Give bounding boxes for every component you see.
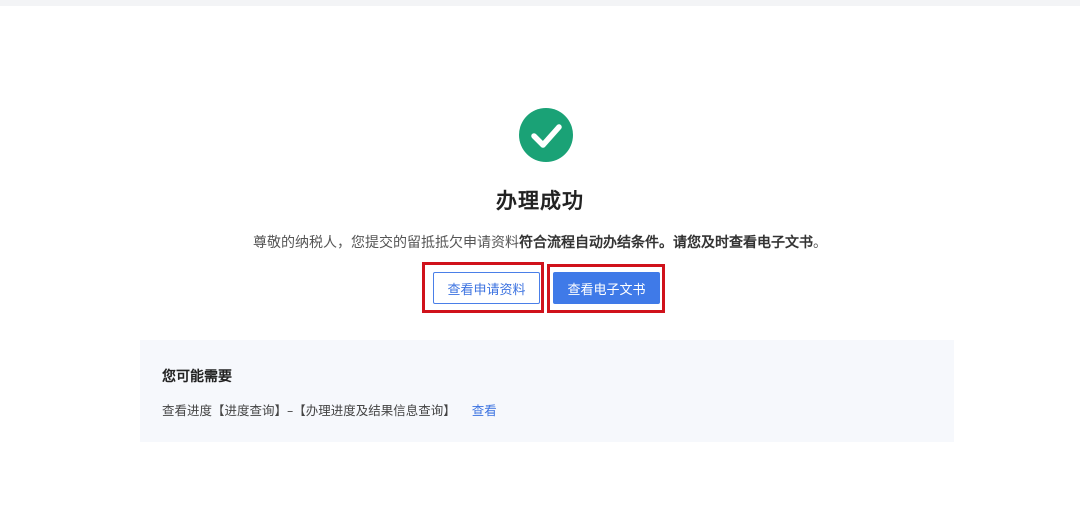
result-message-end: 。 <box>813 235 827 251</box>
view-document-button[interactable]: 查看电子文书 <box>553 272 660 304</box>
suggestion-view-link[interactable]: 查看 <box>472 403 497 418</box>
result-title: 办理成功 <box>496 189 584 213</box>
check-circle-icon <box>519 108 573 162</box>
suggestion-panel: 您可能需要 查看进度【进度查询】–【办理进度及结果信息查询】 查看 <box>140 340 954 442</box>
result-message-bold: 符合流程自动办结条件。请您及时查看电子文书 <box>519 235 813 251</box>
suggestion-item-text: 查看进度【进度查询】–【办理进度及结果信息查询】 <box>162 403 456 418</box>
view-application-button[interactable]: 查看申请资料 <box>433 272 540 304</box>
suggestion-item: 查看进度【进度查询】–【办理进度及结果信息查询】 查看 <box>162 400 497 419</box>
top-strip <box>0 0 1080 6</box>
suggestion-title: 您可能需要 <box>162 369 232 385</box>
result-message: 尊敬的纳税人，您提交的留抵抵欠申请资料符合流程自动办结条件。请您及时查看电子文书… <box>0 232 1080 252</box>
result-message-normal: 尊敬的纳税人，您提交的留抵抵欠申请资料 <box>253 235 519 251</box>
